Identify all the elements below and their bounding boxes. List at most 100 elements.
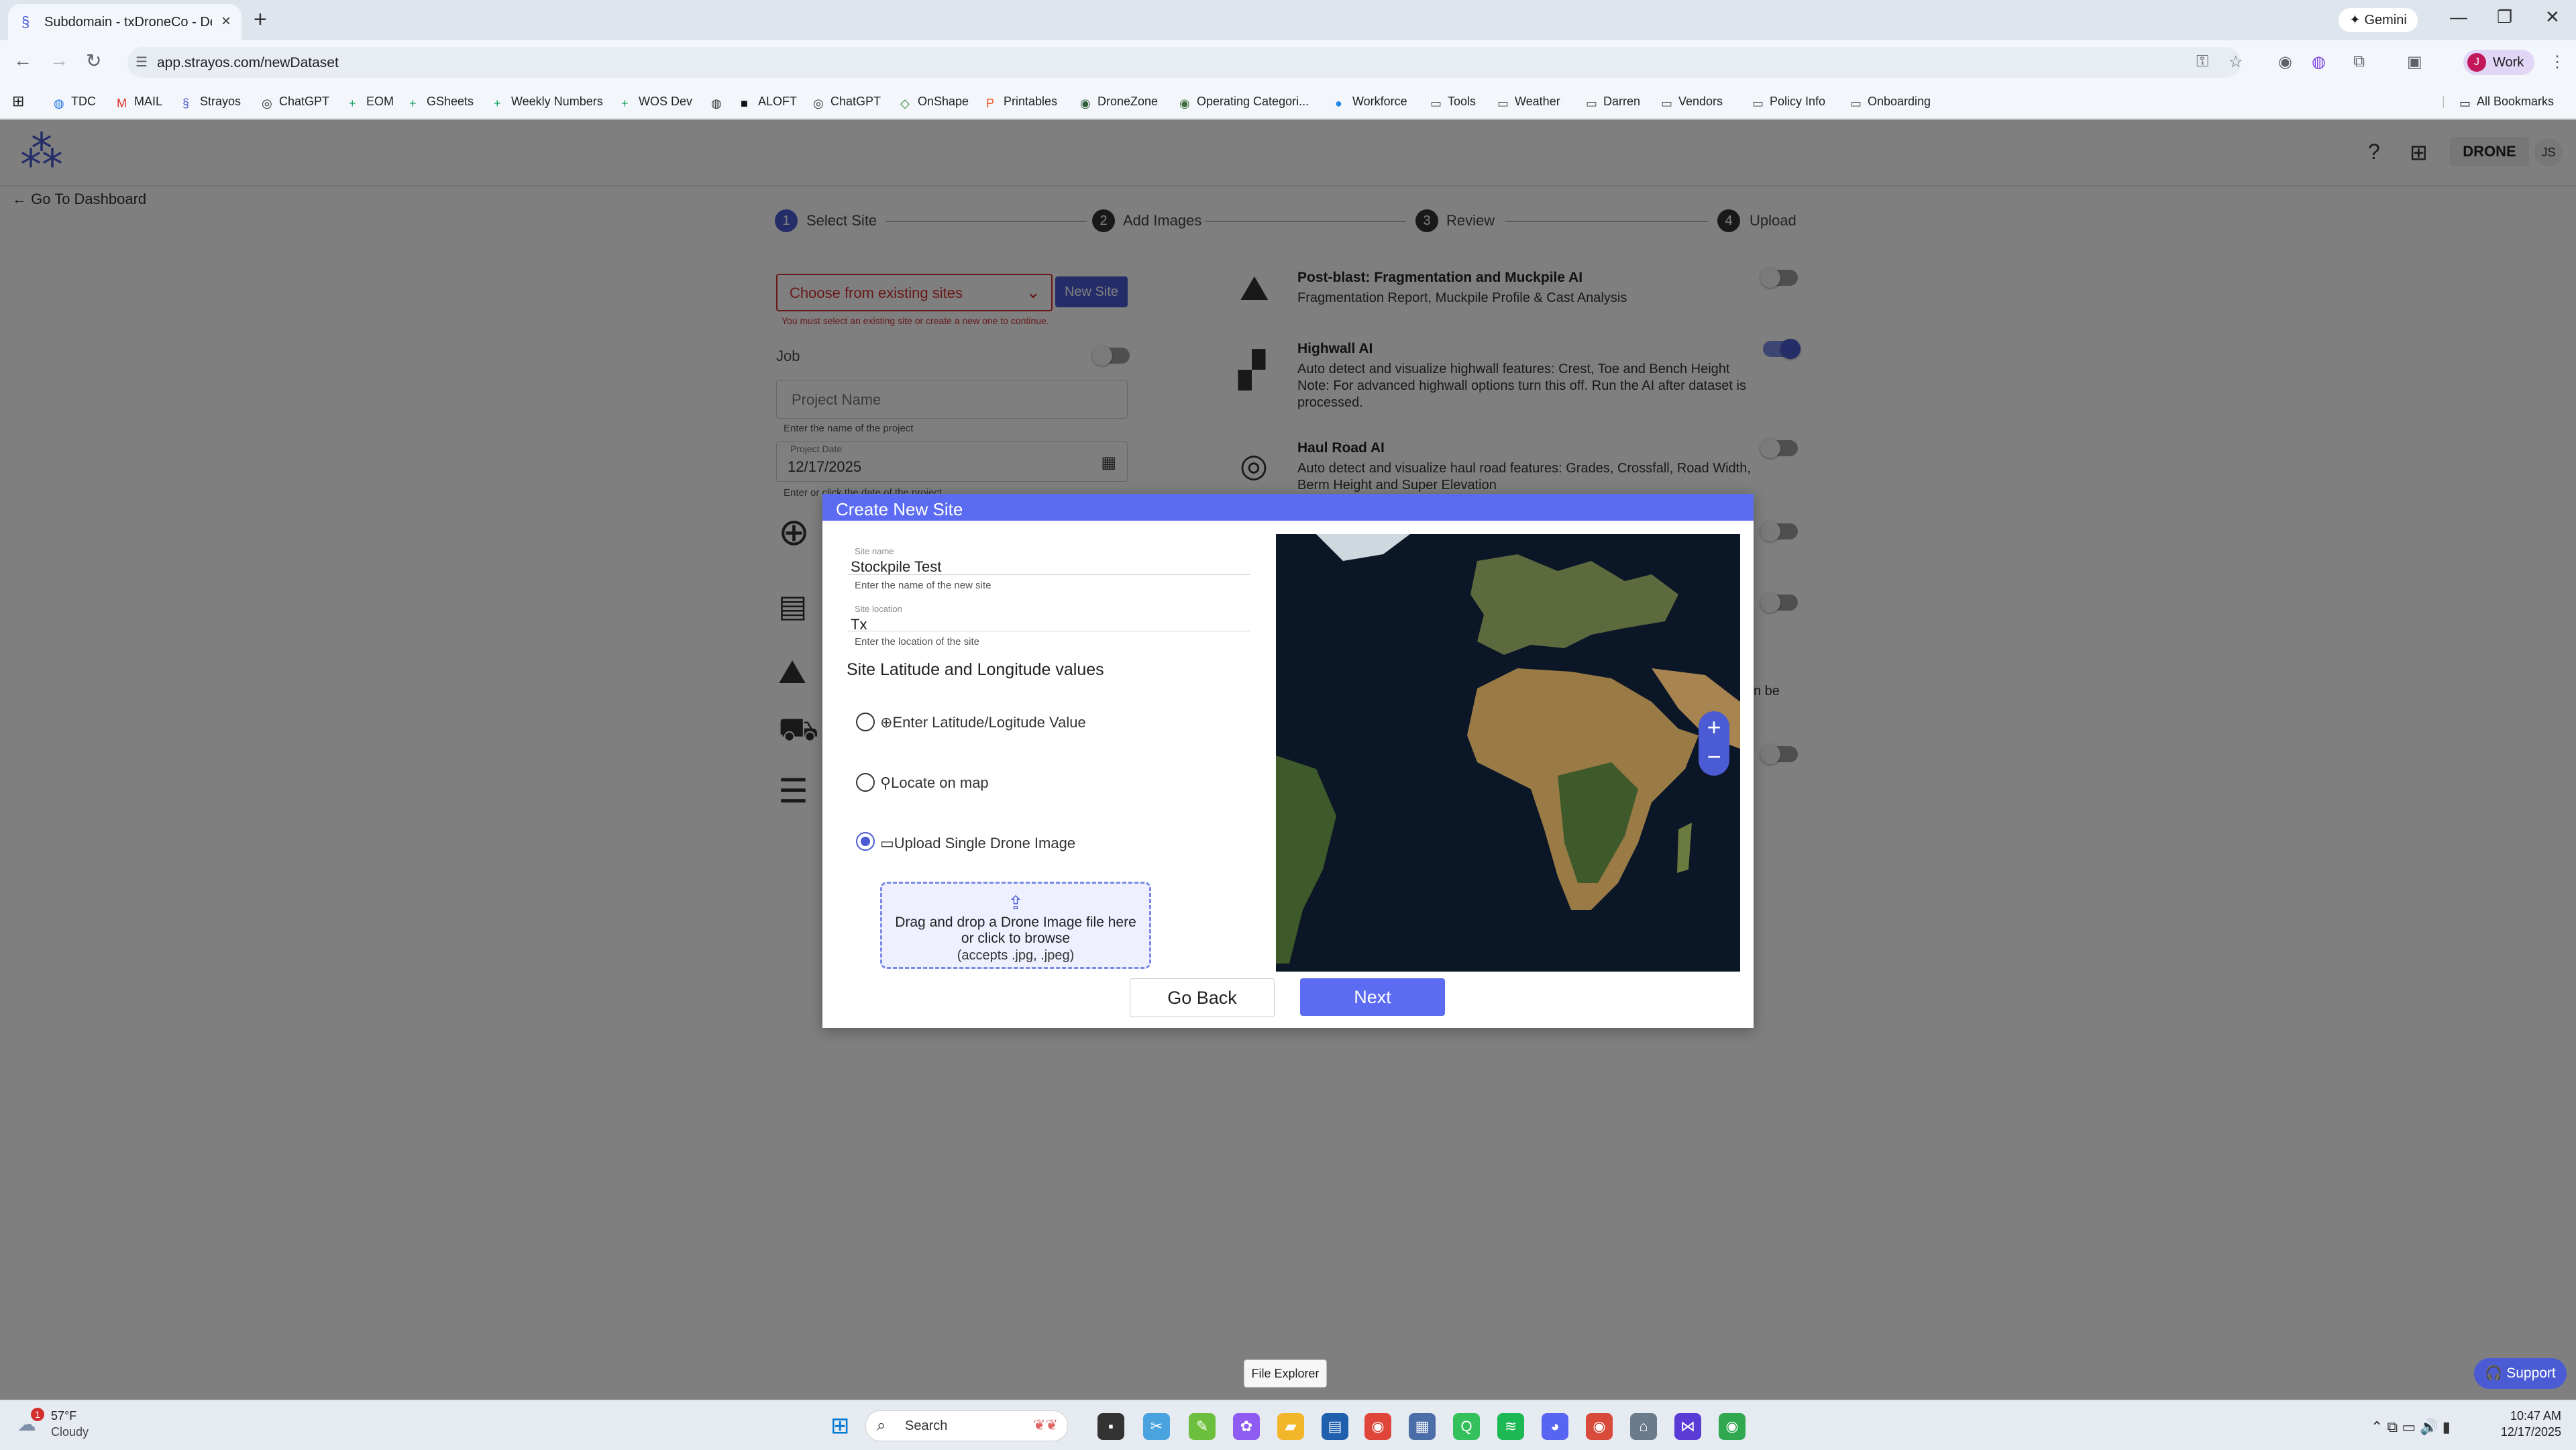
bookmark-label: EOM — [366, 95, 394, 108]
bookmark-item[interactable]: ● Workforce — [1335, 85, 1407, 118]
bookmark-item[interactable]: ◉ Operating Categori... — [1179, 85, 1309, 118]
search-highlight-icon: ❦❦ — [1033, 1416, 1058, 1433]
bookmark-item[interactable]: ◎ ChatGPT — [262, 85, 329, 118]
network-app-icon[interactable]: ⌂ — [1630, 1413, 1657, 1440]
forward-icon[interactable]: → — [50, 50, 68, 71]
bookmark-item[interactable]: ◇ OnShape — [900, 85, 969, 118]
extension-icon[interactable]: ◉ — [2278, 52, 2292, 72]
option-latlng[interactable]: ⊕Enter Latitude/Logitude Value — [880, 714, 1086, 731]
reload-icon[interactable]: ↻ — [86, 50, 101, 72]
search-icon: ⌕ — [877, 1416, 886, 1435]
site-location-input[interactable]: Site location Tx — [848, 603, 1250, 633]
bookmark-item[interactable]: ◉ DroneZone — [1080, 85, 1158, 118]
notepad-icon[interactable]: ✎ — [1189, 1413, 1216, 1440]
folder-icon: ▭ — [1586, 97, 1598, 110]
bookmark-item[interactable]: ◍ — [711, 85, 729, 118]
minimize-icon[interactable]: — — [2450, 7, 2467, 28]
radio-locate-map[interactable] — [856, 773, 875, 792]
new-tab-icon[interactable]: + — [254, 7, 267, 33]
store-icon[interactable]: ▤ — [1322, 1413, 1348, 1440]
bookmarks-bar: ⊞ ◍ TDC M MAIL § Strayos ◎ ChatGPT + EOM + GSheets +… — [0, 85, 2576, 119]
bookmark-item[interactable]: M MAIL — [117, 85, 162, 118]
file-explorer-tooltip: File Explorer — [1244, 1359, 1327, 1388]
map-zoom-control: + − — [1699, 711, 1729, 776]
zoom-in-button[interactable]: + — [1699, 714, 1729, 741]
browser-tab[interactable]: § Subdomain - txDroneCo - Dem × — [8, 4, 241, 40]
chrome-work-icon[interactable]: ◉ — [1719, 1413, 1746, 1440]
image-dropzone[interactable]: ⇪ Drag and drop a Drone Image file here … — [880, 882, 1151, 969]
apps-grid-icon[interactable]: ⊞ — [12, 85, 24, 118]
option-upload-image[interactable]: ▭Upload Single Drone Image — [880, 835, 1075, 852]
taskbar-clock[interactable]: 10:47 AM 12/17/2025 — [2487, 1408, 2561, 1440]
modal-header: Create New Site — [822, 494, 1754, 521]
close-window-icon[interactable]: ✕ — [2545, 7, 2560, 28]
discord-icon[interactable]: ◕ — [1542, 1413, 1568, 1440]
aloft-icon: ■ — [741, 97, 748, 110]
url-text: app.strayos.com/newDataset — [157, 55, 339, 70]
bookmark-label: Strayos — [200, 95, 241, 108]
strayos-icon: § — [182, 97, 190, 110]
address-bar[interactable]: ☰ app.strayos.com/newDataset — [127, 47, 2241, 78]
browser-tab-bar — [0, 0, 2576, 40]
chrome-profile-icon[interactable]: ◉ — [1586, 1413, 1613, 1440]
chatgpt-icon: ◎ — [813, 97, 824, 110]
bookmark-item[interactable]: ▭ Policy Info — [1752, 85, 1825, 118]
bookmark-item[interactable]: + WOS Dev — [621, 85, 692, 118]
bookmark-item[interactable]: ▭ Vendors — [1661, 85, 1723, 118]
menu-kebab-icon[interactable]: ⋮ — [2549, 52, 2565, 72]
radio-upload-image[interactable] — [856, 832, 875, 851]
bookmark-item[interactable]: + GSheets — [409, 85, 474, 118]
all-bookmarks-folder[interactable]: ▭ All Bookmarks — [2459, 85, 2554, 118]
copilot-icon[interactable]: ✿ — [1233, 1413, 1260, 1440]
zoom-out-button[interactable]: − — [1699, 743, 1729, 770]
gemini-label: Gemini — [2364, 13, 2407, 28]
go-back-button[interactable]: Go Back — [1130, 978, 1275, 1017]
password-key-icon[interactable]: ⚿ — [2196, 52, 2208, 71]
gemini-button[interactable]: ✦ Gemini — [2339, 8, 2418, 32]
bookmark-item[interactable]: ▭ Tools — [1430, 85, 1476, 118]
support-button[interactable]: 🎧 Support — [2474, 1358, 2567, 1389]
bookmark-item[interactable]: P Printables — [986, 85, 1057, 118]
file-explorer-icon[interactable]: ▰ — [1277, 1413, 1304, 1440]
bookmark-item[interactable]: ▭ Onboarding — [1850, 85, 1931, 118]
close-tab-icon[interactable]: × — [221, 12, 231, 31]
visual-studio-icon[interactable]: ⋈ — [1674, 1413, 1701, 1440]
bookmark-item[interactable]: + EOM — [349, 85, 394, 118]
option-locate-map[interactable]: ⚲Locate on map — [880, 774, 989, 792]
satellite-map[interactable] — [1276, 534, 1740, 972]
bookmark-star-icon[interactable]: ☆ — [2229, 52, 2243, 72]
bookmark-item[interactable]: ▭ Darren — [1586, 85, 1640, 118]
chrome-icon[interactable]: ◉ — [1364, 1413, 1391, 1440]
next-button[interactable]: Next — [1300, 978, 1445, 1016]
modal-title: Create New Site — [836, 499, 963, 519]
bookmark-item[interactable]: ◍ TDC — [54, 85, 96, 118]
bookmark-item[interactable]: ◎ ChatGPT — [813, 85, 881, 118]
bookmark-item[interactable]: + Weekly Numbers — [494, 85, 603, 118]
back-icon[interactable]: ← — [13, 50, 32, 71]
gmail-icon: M — [117, 97, 127, 110]
taskbar-search[interactable]: ⌕ Search ❦❦ — [865, 1410, 1068, 1441]
bookmark-label: ALOFT — [758, 95, 798, 108]
bookmark-item[interactable]: ■ ALOFT — [741, 85, 797, 118]
profile-chip[interactable]: J Work — [2463, 50, 2534, 75]
calculator-icon[interactable]: ▦ — [1409, 1413, 1436, 1440]
snipping-tool-icon[interactable]: ✂ — [1143, 1413, 1170, 1440]
site-name-input[interactable]: Site name Stockpile Test — [848, 545, 1250, 575]
bookmark-item[interactable]: ▭ Weather — [1497, 85, 1560, 118]
windows-start-icon[interactable]: ⊞ — [830, 1414, 850, 1437]
sheets-icon: + — [494, 97, 501, 110]
extensions-puzzle-icon[interactable]: ⧉ — [2353, 52, 2365, 71]
site-info-icon[interactable]: ☰ — [136, 54, 148, 70]
bookmark-item[interactable]: § Strayos — [182, 85, 241, 118]
bookmark-label: Vendors — [1678, 95, 1723, 108]
restore-icon[interactable]: ❐ — [2497, 7, 2512, 28]
extension-icon[interactable]: ◍ — [2312, 52, 2326, 72]
bookmark-label: Weekly Numbers — [511, 95, 603, 108]
side-panel-icon[interactable]: ▣ — [2407, 52, 2422, 72]
spotify-icon[interactable]: ≋ — [1497, 1413, 1524, 1440]
quickbooks-icon[interactable]: Q — [1453, 1413, 1480, 1440]
system-tray[interactable]: ⌃ ⧉ ▭ 🔊 ▮ — [2371, 1418, 2451, 1436]
support-label: Support — [2506, 1365, 2556, 1381]
radio-latlng[interactable] — [856, 713, 875, 731]
task-view-icon[interactable]: ▪ — [1097, 1413, 1124, 1440]
